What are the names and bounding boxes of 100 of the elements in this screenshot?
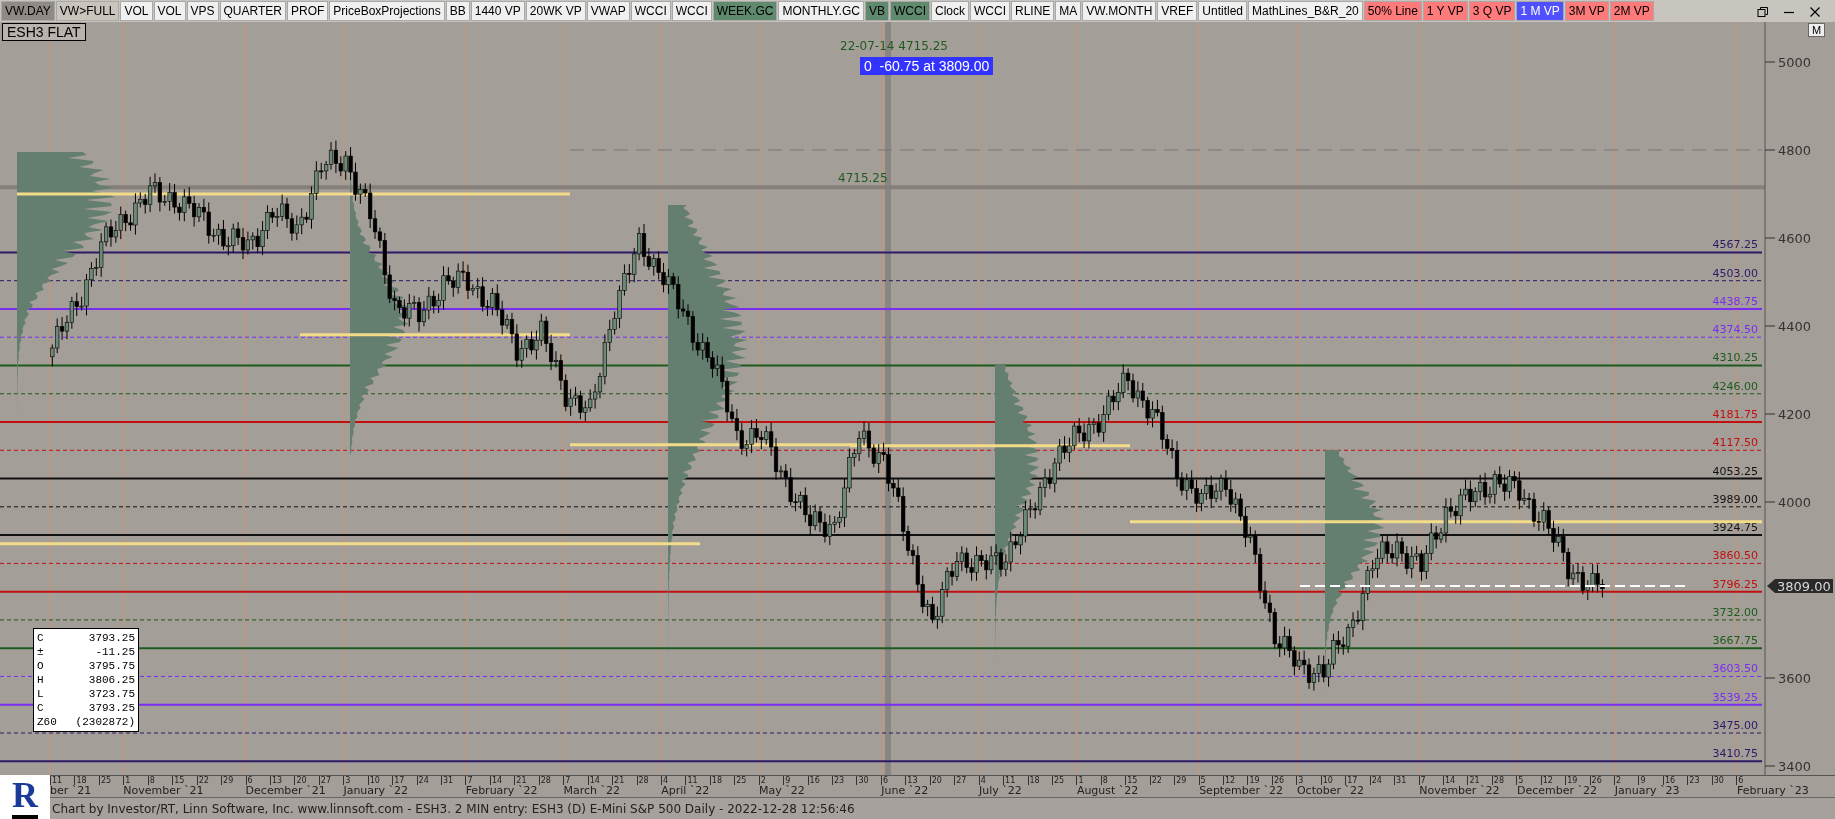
date-axis-day: 25 bbox=[99, 776, 124, 785]
date-axis-month: February `23 bbox=[1737, 784, 1809, 797]
date-axis-day: 20 bbox=[930, 776, 955, 785]
ohlc-field-value: 3795.75 bbox=[88, 659, 135, 673]
price-axis-label: 4800 bbox=[1778, 143, 1812, 158]
price-level-label: 3410.75 bbox=[1712, 747, 1758, 761]
date-axis-day: 5 bbox=[1517, 776, 1541, 785]
price-level-label: 4374.50 bbox=[1712, 323, 1758, 337]
price-axis-label: 4400 bbox=[1778, 319, 1812, 334]
ohlc-field-label: C bbox=[37, 701, 44, 715]
date-axis-day: 6 bbox=[246, 776, 270, 785]
date-axis-day: 6 bbox=[1737, 776, 1761, 785]
date-axis-day: 27 bbox=[955, 776, 979, 785]
ohlc-field-value: -11.25 bbox=[95, 645, 135, 659]
toolbar-button[interactable]: VOL bbox=[120, 1, 153, 21]
toolbar-button[interactable]: 3 Q VP bbox=[1468, 1, 1516, 21]
price-level-label: 4310.25 bbox=[1712, 351, 1758, 365]
date-axis-month: June `22 bbox=[881, 784, 929, 797]
toolbar-button[interactable]: WCCI bbox=[671, 1, 712, 21]
swing-high-label: 22-07-14 4715.25 bbox=[840, 39, 948, 53]
toolbar-button[interactable]: VW.MONTH bbox=[1082, 1, 1157, 21]
toolbar-button[interactable]: 2M VP bbox=[1609, 1, 1654, 21]
date-axis-day: 14 bbox=[1443, 776, 1468, 785]
date-axis-day: 21 bbox=[515, 776, 539, 785]
ohlc-field-label: ± bbox=[37, 645, 44, 659]
price-level-label: 4567.25 bbox=[1712, 238, 1758, 252]
date-axis-day: 8 bbox=[1101, 776, 1126, 785]
ohlc-field-value: (2302872) bbox=[75, 715, 135, 729]
toolbar-button[interactable]: WCCI bbox=[970, 1, 1010, 21]
toolbar-button[interactable]: RLINE bbox=[1011, 1, 1055, 21]
date-axis-day: 9 bbox=[784, 776, 808, 785]
date-axis-day: 14 bbox=[588, 776, 613, 785]
date-axis-day: 19 bbox=[1248, 776, 1272, 785]
date-axis-day: 16 bbox=[1663, 776, 1688, 785]
date-axis-day: 30 bbox=[1712, 776, 1737, 785]
date-axis-day: 3 bbox=[344, 776, 368, 785]
toolbar-button[interactable]: 50% Line bbox=[1363, 1, 1422, 21]
toolbar-button[interactable]: 3M VP bbox=[1564, 1, 1609, 21]
toolbar-button[interactable]: VOL bbox=[153, 1, 186, 21]
date-axis-day: 29 bbox=[222, 776, 246, 785]
date-axis-month: December `22 bbox=[1516, 784, 1597, 797]
toolbar-button[interactable]: PriceBoxProjections bbox=[329, 1, 445, 21]
toolbar-button[interactable]: BB bbox=[445, 1, 470, 21]
price-level-label: 3796.25 bbox=[1712, 577, 1758, 591]
toolbar-button[interactable]: Clock bbox=[931, 1, 969, 21]
price-axis-label: 4000 bbox=[1778, 495, 1812, 510]
toolbar-button[interactable]: 1 M VP bbox=[1516, 1, 1564, 21]
toolbar-button[interactable]: MONTHLY.GC bbox=[778, 1, 864, 21]
price-level-label: 3603.50 bbox=[1712, 662, 1758, 676]
close-icon[interactable] bbox=[1809, 5, 1821, 18]
axis-mode-button[interactable]: M bbox=[1808, 23, 1826, 37]
date-axis-day: 5 bbox=[1199, 776, 1223, 785]
restore-icon[interactable] bbox=[1757, 5, 1769, 18]
swing-high-label: 4715.25 bbox=[838, 171, 888, 186]
toolbar-button[interactable]: VWAP bbox=[586, 1, 630, 21]
date-axis-day: 15 bbox=[173, 776, 197, 785]
price-axis-label: 3400 bbox=[1778, 759, 1812, 774]
status-text: Chart by Investor/RT, Linn Software, Inc. www.linnsoft.com - ESH3. 2 MIN entry: ESH3 (D) E-Mini S&P 500 Daily - 2022-12-28 12:56:46 bbox=[52, 801, 855, 816]
price-level-label: 4053.25 bbox=[1712, 464, 1758, 478]
date-axis-day: 24 bbox=[417, 776, 441, 785]
toolbar-button[interactable]: WCCI bbox=[630, 1, 671, 21]
symbol-label: ESH3 FLAT bbox=[2, 23, 86, 41]
date-axis-day: 18 bbox=[75, 776, 99, 785]
toolbar-button[interactable]: WCCI bbox=[890, 1, 930, 21]
toolbar-button[interactable]: 1440 VP bbox=[470, 1, 525, 21]
date-axis-day: 12 bbox=[1224, 776, 1248, 785]
toolbar-button[interactable]: VW.DAY bbox=[1, 1, 55, 21]
toolbar-button[interactable]: VREF bbox=[1157, 1, 1198, 21]
toolbar-button[interactable]: PROF bbox=[287, 1, 329, 21]
date-axis-day: 31 bbox=[442, 776, 466, 785]
toolbar-button[interactable]: MA bbox=[1055, 1, 1082, 21]
toolbar-button[interactable]: VW>FULL bbox=[55, 1, 120, 21]
toolbar-button[interactable]: Untitled bbox=[1198, 1, 1248, 21]
toolbar-button[interactable]: VPS bbox=[186, 1, 219, 21]
ohlc-field-label: C bbox=[37, 631, 44, 645]
price-level-label: 3860.50 bbox=[1712, 549, 1758, 563]
date-axis-day: 31 bbox=[1395, 776, 1419, 785]
price-level-label: 4246.00 bbox=[1712, 379, 1758, 393]
date-axis-day: 10 bbox=[1321, 776, 1346, 785]
date-axis-day: 20 bbox=[295, 776, 319, 785]
toolbar-button[interactable]: MathLines_B&R_20 bbox=[1248, 1, 1363, 21]
date-axis-day: 27 bbox=[319, 776, 344, 785]
toolbar-button[interactable]: QUARTER bbox=[219, 1, 286, 21]
date-axis-day: 26 bbox=[1272, 776, 1297, 785]
date-axis-month: November `22 bbox=[1419, 784, 1500, 797]
date-axis-day: 2 bbox=[1615, 776, 1639, 785]
date-axis-day: 16 bbox=[808, 776, 832, 785]
date-axis-day: 7 bbox=[564, 776, 588, 785]
date-axis-day: 2 bbox=[759, 776, 784, 785]
price-level-label: 3539.25 bbox=[1712, 690, 1758, 704]
date-axis-day: 10 bbox=[368, 776, 393, 785]
date-axis-day: 7 bbox=[1419, 776, 1443, 785]
toolbar-button[interactable]: 1 Y VP bbox=[1422, 1, 1468, 21]
toolbar-button[interactable]: WEEK.GC bbox=[712, 1, 778, 21]
toolbar-button[interactable]: VB bbox=[864, 1, 889, 21]
toolbar-button[interactable]: 20WK VP bbox=[525, 1, 586, 21]
date-axis-day: 11 bbox=[1004, 776, 1028, 785]
price-level-label: 4181.75 bbox=[1712, 408, 1758, 422]
date-axis-day: 13 bbox=[906, 776, 930, 785]
date-axis-day: 14 bbox=[490, 776, 515, 785]
